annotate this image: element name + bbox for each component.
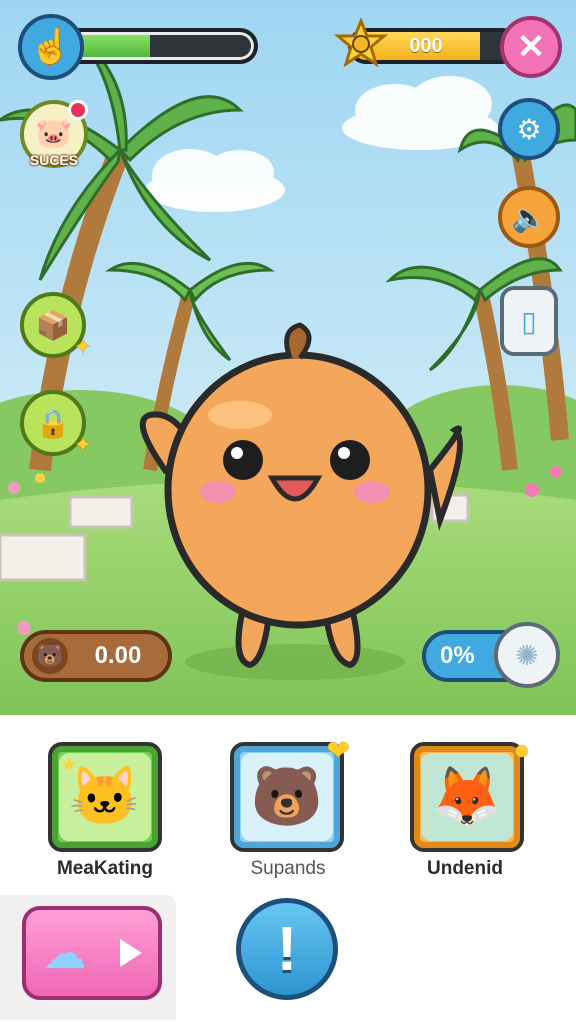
pet-select-button[interactable]: 🐷 SUCES [20,100,88,168]
door-button[interactable]: ▯ [500,286,558,356]
weight-button[interactable]: 🔒 ✦ [20,390,92,457]
pet-name-2: Supands [250,858,326,879]
percent-value: 0% [440,642,475,669]
bear-face-icon: 🐻 [32,638,68,674]
pig-face-icon: 🐷 [35,117,73,150]
inventory-button[interactable]: 📦 ✦ [20,292,92,359]
door-icon: ▯ [521,305,537,337]
pointer-hand-button[interactable]: ☝ [18,14,84,80]
chest-icon: 📦 [35,309,71,341]
food-counter: 🐻 0.00 [20,630,172,682]
pet-button-label: SUCES [29,152,79,168]
cloud-icon: ☁ [42,928,87,978]
exclamation-icon: ! [276,914,298,984]
pet-name-3: Undenid [427,858,503,879]
heart-badge-icon: ❤ [326,735,350,766]
pet-card-1[interactable]: ★ 🐱 [48,742,162,852]
pet-name-1: MeaKating [56,858,154,879]
speaker-icon: 🔈 [511,201,547,233]
star-icon: ★ [60,754,78,776]
play-button[interactable]: ☁ [22,906,162,1000]
sparkle-icon: ✦ [73,432,92,457]
notification-dot [68,100,88,120]
pet-card-3[interactable]: ● 🦊 [410,734,530,852]
close-icon: ✕ [516,28,546,66]
cat-face-icon: 🐱 [68,764,142,829]
food-value: 0.00 [94,642,142,669]
fox-face-icon: 🦊 [430,764,504,829]
energy-bar [60,28,258,64]
sound-button[interactable]: 🔈 [498,186,560,248]
blue-bear-icon: 🐻 [250,764,324,829]
weight-icon: 🔒 [35,407,71,439]
pet-card-2[interactable]: ❤ 🐻 [230,735,350,852]
play-arrow-icon [119,939,142,967]
star-coin-icon [334,18,388,68]
percent-dial-button[interactable]: ✺ [494,622,560,688]
close-button[interactable]: ✕ [500,16,562,78]
cloud [145,149,285,212]
info-button[interactable]: ! [236,898,338,1000]
sparkle-icon: ✦ [73,334,92,359]
settings-button[interactable]: ⚙ [498,98,560,160]
gear-icon: ⚙ [516,113,542,145]
sparkle-burst-icon: ✺ [515,639,539,671]
coin-badge-icon: ● [513,734,530,765]
thumbs-hand-icon: ☝ [29,28,73,66]
